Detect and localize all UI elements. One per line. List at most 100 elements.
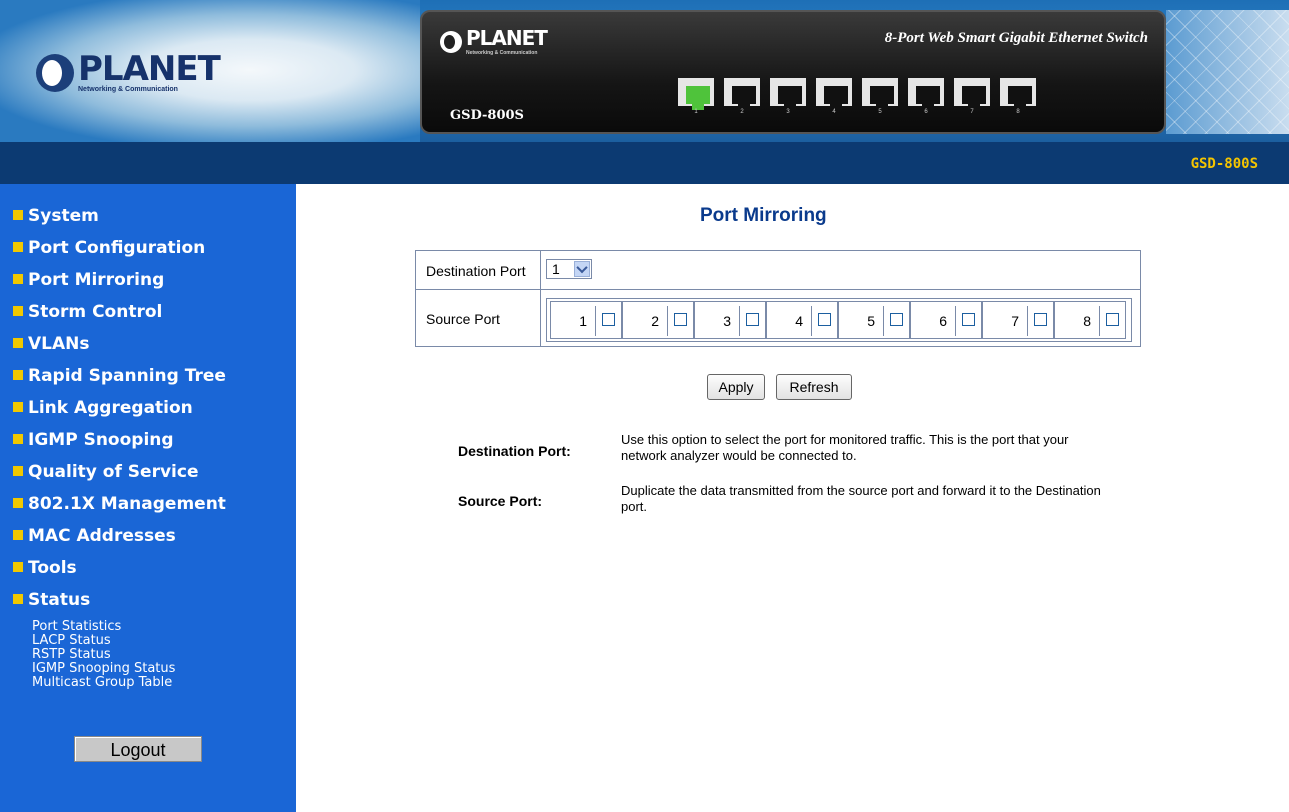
bullet-icon (13, 210, 23, 220)
source-port-number: 4 (795, 313, 803, 329)
sidebar-subitem-igmp-snooping-status[interactable]: IGMP Snooping Status (32, 662, 175, 676)
bullet-icon (13, 594, 23, 604)
source-port-number: 1 (579, 313, 587, 329)
sidebar-subitem-rstp-status[interactable]: RSTP Status (32, 648, 111, 662)
source-port-checkbox[interactable] (890, 313, 903, 326)
port-number-label: 8 (1016, 109, 1020, 115)
apply-button[interactable]: Apply (707, 374, 765, 400)
port-socket (778, 86, 802, 110)
source-port-cell: 2 (622, 301, 694, 339)
source-port-checkbox[interactable] (962, 313, 975, 326)
page-title: Port Mirroring (700, 205, 827, 226)
port-socket (732, 86, 756, 110)
port-socket (1008, 86, 1032, 110)
device-model: GSD-800S (450, 108, 524, 123)
cell-divider (1099, 306, 1100, 336)
refresh-button[interactable]: Refresh (776, 374, 852, 400)
source-port-checkbox[interactable] (1034, 313, 1047, 326)
ethernet-port-icon: 6 (906, 76, 946, 116)
source-port-group: 1 2 3 4 5 6 7 8 (546, 298, 1132, 342)
cell-divider (1027, 306, 1028, 336)
sidebar-item-rapid-spanning-tree[interactable]: Rapid Spanning Tree (13, 366, 226, 386)
source-port-number: 2 (651, 313, 659, 329)
bullet-icon (13, 242, 23, 252)
ethernet-port-icon: 8 (998, 76, 1038, 116)
device-logo: PLANET Networking & Communication (440, 26, 548, 56)
chevron-down-icon (574, 261, 590, 277)
bullet-icon (13, 530, 23, 540)
sidebar-item-system[interactable]: System (13, 206, 99, 226)
port-frame (908, 78, 944, 110)
sidebar-item-igmp-snooping[interactable]: IGMP Snooping (13, 430, 174, 450)
sidebar-item-port-mirroring[interactable]: Port Mirroring (13, 270, 164, 290)
sidebar-subitem-multicast-group-table[interactable]: Multicast Group Table (32, 676, 172, 690)
port-frame (1000, 78, 1036, 110)
banner-pattern (1166, 10, 1289, 134)
port-frame (724, 78, 760, 110)
device-logo-icon (440, 31, 462, 53)
header-banner: PLANET Networking & Communication PLANET… (0, 0, 1289, 142)
destination-port-label: Destination Port (426, 263, 526, 279)
bullet-icon (13, 402, 23, 412)
sidebar-item-port-configuration[interactable]: Port Configuration (13, 238, 205, 258)
source-port-checkbox[interactable] (818, 313, 831, 326)
sidebar-subitem-lacp-status[interactable]: LACP Status (32, 634, 111, 648)
port-number-label: 1 (694, 109, 698, 115)
bullet-icon (13, 498, 23, 508)
sidebar-item-link-aggregation[interactable]: Link Aggregation (13, 398, 193, 418)
table-divider (416, 289, 1140, 290)
ethernet-port-icon: 5 (860, 76, 900, 116)
bullet-icon (13, 466, 23, 476)
device-front-panel: PLANET Networking & Communication 8-Port… (420, 10, 1166, 134)
port-number-label: 2 (740, 109, 744, 115)
planet-logo: PLANET Networking & Communication (36, 49, 221, 94)
ethernet-port-icon: 2 (722, 76, 762, 116)
source-port-checkbox[interactable] (602, 313, 615, 326)
source-port-number: 3 (723, 313, 731, 329)
port-frame (770, 78, 806, 110)
app-frame: PLANET Networking & Communication PLANET… (0, 0, 1289, 812)
source-port-cell: 7 (982, 301, 1054, 339)
port-socket (686, 86, 710, 110)
source-port-checkbox[interactable] (1106, 313, 1119, 326)
sidebar-item-tools[interactable]: Tools (13, 558, 77, 578)
source-port-checkbox[interactable] (674, 313, 687, 326)
port-socket (916, 86, 940, 110)
bullet-icon (13, 434, 23, 444)
cell-divider (739, 306, 740, 336)
bullet-icon (13, 306, 23, 316)
ethernet-port-icon: 3 (768, 76, 808, 116)
device-port-group: 1 2 3 4 5 6 7 8 (676, 76, 1044, 116)
source-port-cell: 5 (838, 301, 910, 339)
device-description: 8-Port Web Smart Gigabit Ethernet Switch (884, 30, 1148, 46)
help-term-source-port: Source Port: (458, 493, 543, 509)
port-socket (824, 86, 848, 110)
destination-port-select[interactable]: 1 (546, 259, 592, 279)
logo-text: PLANET (78, 49, 221, 89)
source-port-checkbox[interactable] (746, 313, 759, 326)
device-logo-text: PLANET (466, 26, 548, 50)
port-frame (862, 78, 898, 110)
port-number-label: 7 (970, 109, 974, 115)
source-port-label: Source Port (426, 311, 500, 327)
sidebar-item-8021x-management[interactable]: 802.1X Management (13, 494, 226, 514)
cell-divider (811, 306, 812, 336)
cell-divider (595, 306, 596, 336)
port-frame (816, 78, 852, 110)
sidebar-item-storm-control[interactable]: Storm Control (13, 302, 162, 322)
cell-divider (955, 306, 956, 336)
bullet-icon (13, 370, 23, 380)
sidebar-item-status[interactable]: Status (13, 590, 90, 610)
bullet-icon (13, 562, 23, 572)
sidebar-item-mac-addresses[interactable]: MAC Addresses (13, 526, 176, 546)
sidebar-item-quality-of-service[interactable]: Quality of Service (13, 462, 198, 482)
source-port-cell: 3 (694, 301, 766, 339)
port-number-label: 5 (878, 109, 882, 115)
logout-button[interactable]: Logout (74, 736, 202, 762)
sidebar-subitem-port-statistics[interactable]: Port Statistics (32, 620, 121, 634)
sidebar-item-vlans[interactable]: VLANs (13, 334, 90, 354)
planet-logo-icon (36, 54, 74, 92)
topbar-model-label: GSD-800S (1190, 156, 1258, 172)
sidebar-menu: System Port Configuration Port Mirroring… (0, 184, 296, 812)
source-port-cell: 6 (910, 301, 982, 339)
